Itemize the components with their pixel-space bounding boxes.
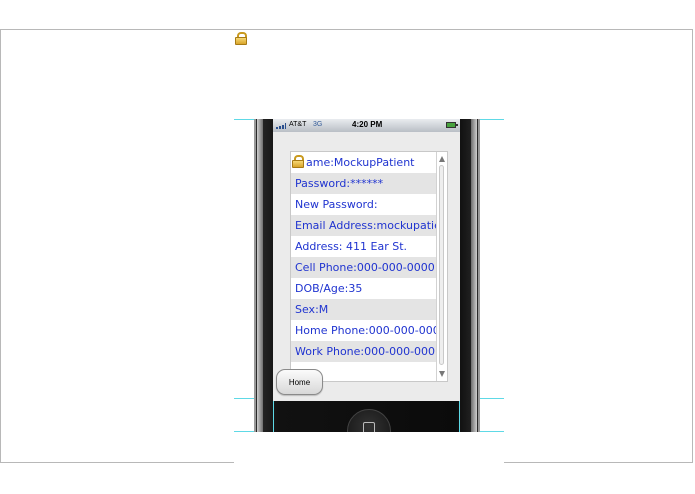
network-label: 3G	[313, 121, 323, 128]
list-item-password[interactable]: Password:******	[291, 173, 439, 194]
battery-icon	[446, 122, 458, 128]
list-item-email[interactable]: Email Address:mockupatie	[291, 215, 439, 236]
list-item-label: Password:******	[295, 177, 384, 190]
list-item-home-phone[interactable]: Home Phone:000-000-000	[291, 320, 439, 341]
scroll-up-arrow-icon[interactable]	[439, 156, 445, 162]
list-item-label: Sex:M	[295, 303, 329, 316]
lock-icon	[235, 32, 247, 45]
list-item-new-password[interactable]: New Password:	[291, 194, 439, 215]
list-item-label: Email Address:mockupatie	[295, 219, 439, 232]
home-button[interactable]: Home	[276, 369, 323, 395]
status-time: 4:20 PM	[352, 120, 383, 129]
list-item-sex[interactable]: Sex:M	[291, 299, 439, 320]
list-item-label: New Password:	[295, 198, 378, 211]
phone-edge-left	[257, 119, 263, 432]
carrier-label: AT&T	[289, 121, 307, 128]
scroll-thumb[interactable]	[439, 165, 444, 365]
list-item-cell-phone[interactable]: Cell Phone:000-000-0000	[291, 257, 439, 278]
phone-bottom-crop	[234, 432, 504, 463]
list-item-work-phone[interactable]: Work Phone:000-000-000	[291, 341, 439, 362]
list-item-label: Address: 411 Ear St.	[295, 240, 408, 253]
list-item-label: Home Phone:000-000-000	[295, 324, 439, 337]
status-bar: AT&T 3G 4:20 PM	[273, 119, 460, 132]
phone-edge-right	[471, 119, 477, 432]
phone-screen: AT&T 3G 4:20 PM ame:MockupPatient Passwo…	[273, 119, 460, 401]
list-item-address[interactable]: Address: 411 Ear St.	[291, 236, 439, 257]
signal-icon	[276, 123, 286, 129]
list-scrollbar[interactable]	[436, 152, 447, 381]
lock-icon	[292, 155, 304, 168]
list-item-dob-age[interactable]: DOB/Age:35	[291, 278, 439, 299]
profile-list[interactable]: ame:MockupPatient Password:****** New Pa…	[290, 151, 448, 382]
list-item-label: Work Phone:000-000-000	[295, 345, 436, 358]
list-item-label: ame:MockupPatient	[306, 156, 415, 169]
scroll-down-arrow-icon[interactable]	[439, 371, 445, 377]
list-item-label: Cell Phone:000-000-0000	[295, 261, 435, 274]
list-item-label: DOB/Age:35	[295, 282, 363, 295]
list-item-name[interactable]: ame:MockupPatient	[291, 152, 439, 173]
